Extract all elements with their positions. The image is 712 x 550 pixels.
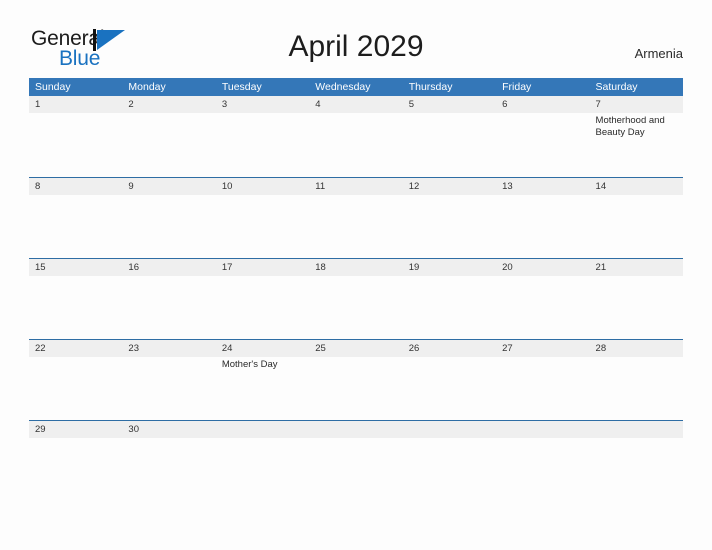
weekday-header-tuesday: Tuesday [221,81,262,93]
calendar-week-row: 29 30 [29,420,683,456]
calendar-day-cell[interactable]: 24 Mother's Day [216,340,309,420]
day-number: 30 [128,424,139,435]
holiday-event-label: Motherhood and Beauty Day [595,115,665,138]
holiday-event-label: Mother's Day [221,359,278,370]
day-number: 19 [408,262,420,273]
page-header: General Blue April 2029 Armenia [0,0,712,78]
calendar-day-cell[interactable]: 21 [590,259,683,339]
day-number: 17 [221,262,233,273]
calendar-day-cell[interactable]: 26 [403,340,496,420]
day-events: Mother's Day [222,357,304,371]
calendar-page: General Blue April 2029 Armenia Sunday M… [0,0,712,550]
day-number: 15 [35,262,46,273]
day-number: 14 [595,181,607,192]
region-label: Armenia [634,46,683,61]
calendar-day-cell[interactable]: 9 [122,178,215,258]
calendar-day-cell[interactable]: 16 [122,259,215,339]
calendar-week-row: 1 2 3 4 5 6 7 Motherhood and Beauty Day [29,96,683,177]
calendar-grid: Sunday Monday Tuesday Wednesday Thursday… [29,78,683,456]
calendar-day-list: 8 9 10 11 12 13 14 [29,178,683,258]
weekday-header-wednesday: Wednesday [315,81,371,93]
calendar-day-cell[interactable]: 25 [309,340,402,420]
day-number: 3 [221,99,228,110]
day-number: 1 [35,99,41,110]
calendar-day-cell[interactable]: 22 [29,340,122,420]
calendar-day-cell[interactable]: 23 [122,340,215,420]
day-number: 20 [502,262,513,273]
day-number: 21 [595,262,607,273]
day-number: 9 [128,181,134,192]
calendar-day-cell[interactable]: 8 [29,178,122,258]
calendar-day-cell[interactable]: 2 [122,96,215,177]
calendar-week-row: 15 16 17 18 19 20 21 [29,258,683,339]
calendar-day-cell-empty [309,421,402,456]
calendar-week-row: 22 23 24 Mother's Day 25 26 27 28 [29,339,683,420]
day-number: 25 [315,343,326,354]
calendar-day-cell[interactable]: 18 [309,259,402,339]
day-number: 23 [128,343,139,354]
calendar-day-list: 1 2 3 4 5 6 7 Motherhood and Beauty Day [29,96,683,177]
calendar-day-list: 22 23 24 Mother's Day 25 26 27 28 [29,340,683,420]
calendar-day-cell[interactable]: 6 [496,96,589,177]
weekday-header-thursday: Thursday [408,81,453,93]
calendar-week-row: 8 9 10 11 12 13 14 [29,177,683,258]
day-number: 26 [408,343,420,354]
weekday-header-saturday: Saturday [595,81,638,93]
calendar-day-cell[interactable]: 13 [496,178,589,258]
calendar-day-cell[interactable]: 15 [29,259,122,339]
calendar-day-cell[interactable]: 20 [496,259,589,339]
day-number: 27 [502,343,513,354]
page-title: April 2029 [288,30,424,63]
calendar-day-cell[interactable]: 12 [403,178,496,258]
day-number: 13 [502,181,513,192]
day-number: 11 [315,181,326,192]
calendar-day-cell-empty [590,421,683,456]
calendar-day-cell[interactable]: 30 [122,421,215,456]
calendar-day-cell[interactable]: 29 [29,421,122,456]
day-number: 18 [315,262,326,273]
calendar-weeks: 1 2 3 4 5 6 7 Motherhood and Beauty Day 8 9 10 11 12… [29,96,683,456]
day-number: 16 [128,262,139,273]
calendar-day-cell-empty [403,421,496,456]
calendar-day-cell[interactable]: 17 [216,259,309,339]
day-number: 5 [408,99,414,110]
calendar-day-cell[interactable]: 19 [403,259,496,339]
calendar-day-cell[interactable]: 5 [403,96,496,177]
calendar-day-cell[interactable]: 10 [216,178,309,258]
calendar-day-cell[interactable]: 3 [216,96,309,177]
day-number: 6 [502,99,508,110]
calendar-day-list: 15 16 17 18 19 20 21 [29,259,683,339]
day-number: 7 [595,99,601,110]
day-number: 8 [35,181,41,192]
weekday-header-friday: Friday [502,81,532,93]
calendar-day-cell-empty [496,421,589,456]
calendar-day-cell[interactable]: 28 [590,340,683,420]
day-number: 28 [595,343,607,354]
weekday-header-monday: Monday [128,81,166,93]
day-number: 4 [315,99,321,110]
day-number: 12 [408,181,420,192]
calendar-day-cell[interactable]: 4 [309,96,402,177]
calendar-day-cell[interactable]: 11 [309,178,402,258]
calendar-day-list: 29 30 [29,421,683,456]
day-number: 22 [35,343,46,354]
calendar-day-cell[interactable]: 7 Motherhood and Beauty Day [590,96,683,177]
day-number: 29 [35,424,46,435]
weekday-header-sunday: Sunday [35,81,71,93]
calendar-day-cell-empty [216,421,309,456]
weekday-header-row: Sunday Monday Tuesday Wednesday Thursday… [29,78,683,96]
day-number: 2 [128,99,134,110]
calendar-day-cell[interactable]: 27 [496,340,589,420]
calendar-day-cell[interactable]: 1 [29,96,122,177]
day-number: 10 [221,181,233,192]
day-number: 24 [221,343,233,354]
calendar-day-cell[interactable]: 14 [590,178,683,258]
day-events: Motherhood and Beauty Day [596,113,678,139]
